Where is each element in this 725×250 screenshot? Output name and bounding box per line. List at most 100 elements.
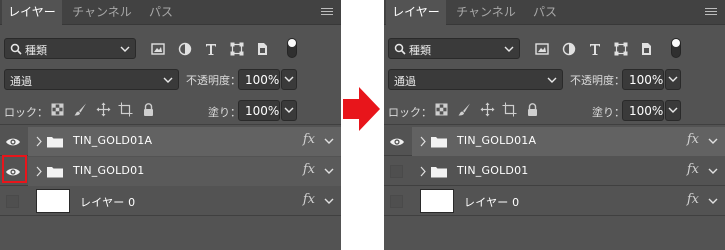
pixel-layer-filter-icon[interactable]	[150, 41, 166, 57]
blend-mode-dropdown[interactable]: 通過	[388, 69, 563, 90]
layer-name[interactable]: レイヤー 0	[80, 194, 135, 210]
tab-channels[interactable]: チャンネル	[66, 0, 138, 25]
visibility-toggle-empty[interactable]	[6, 195, 19, 208]
chevron-right-icon[interactable]	[420, 166, 426, 177]
fill-dropdown-button[interactable]	[281, 100, 297, 121]
layers-panel-before: レイヤー チャンネル パス 種類 通過 不透明度： 100% ロック： 塗り： …	[0, 0, 341, 250]
type-layer-filter-icon[interactable]	[587, 41, 603, 57]
fx-icon[interactable]: fx	[303, 192, 315, 207]
fx-icon[interactable]: fx	[687, 132, 699, 147]
layer-content[interactable]: レイヤー 0 fx	[28, 187, 341, 216]
layer-row[interactable]: TIN_GOLD01 fx	[0, 157, 341, 186]
layer-name[interactable]: TIN_GOLD01	[73, 164, 144, 177]
search-icon	[10, 43, 22, 55]
chevron-right-icon[interactable]	[420, 136, 426, 147]
fx-icon[interactable]: fx	[687, 192, 699, 207]
layer-row[interactable]: レイヤー 0 fx	[0, 187, 341, 216]
pixel-layer-filter-icon[interactable]	[534, 41, 550, 57]
panel-menu-icon[interactable]	[321, 8, 333, 17]
chevron-down-icon[interactable]	[323, 195, 335, 207]
filter-toggle[interactable]	[287, 38, 297, 58]
layer-thumbnail	[36, 189, 70, 213]
lock-all-icon[interactable]	[141, 102, 156, 117]
lock-transparent-pixels-icon[interactable]	[50, 102, 65, 117]
chevron-down-icon[interactable]	[707, 195, 719, 207]
filter-type-dropdown[interactable]: 種類	[4, 38, 136, 59]
folder-icon	[431, 137, 447, 148]
opacity-dropdown-button[interactable]	[665, 69, 681, 90]
lock-all-icon[interactable]	[525, 102, 540, 117]
type-layer-filter-icon[interactable]	[203, 41, 219, 57]
chevron-down-icon	[284, 107, 294, 113]
tab-paths[interactable]: パス	[143, 0, 179, 25]
filter-toggle[interactable]	[671, 38, 681, 58]
layer-content[interactable]: TIN_GOLD01 fx	[28, 157, 341, 186]
blend-mode-value: 通過	[10, 75, 32, 88]
opacity-dropdown-button[interactable]	[281, 69, 297, 90]
layer-name[interactable]: TIN_GOLD01A	[73, 134, 152, 147]
fill-input[interactable]: 100%	[622, 100, 664, 121]
tab-paths[interactable]: パス	[527, 0, 563, 25]
opacity-input[interactable]: 100%	[622, 69, 664, 90]
layer-content[interactable]: TIN_GOLD01A fx	[28, 127, 341, 156]
fx-icon[interactable]: fx	[687, 162, 699, 177]
shape-layer-filter-icon[interactable]	[613, 41, 629, 57]
layer-content[interactable]: レイヤー 0 fx	[412, 187, 725, 216]
chevron-down-icon[interactable]	[707, 135, 719, 147]
smart-object-filter-icon[interactable]	[254, 41, 270, 57]
tab-layers[interactable]: レイヤー	[2, 0, 62, 26]
lock-label: ロック：	[4, 106, 48, 119]
fx-icon[interactable]: fx	[303, 162, 315, 177]
fx-icon[interactable]: fx	[303, 132, 315, 147]
fill-label: 塗り：	[208, 106, 241, 119]
lock-position-icon[interactable]	[96, 102, 111, 117]
panel-menu-icon[interactable]	[705, 8, 717, 17]
blend-mode-dropdown[interactable]: 通過	[4, 69, 179, 90]
layer-row[interactable]: TIN_GOLD01A fx	[0, 127, 341, 156]
chevron-right-icon[interactable]	[36, 166, 42, 177]
shape-layer-filter-icon[interactable]	[229, 41, 245, 57]
visibility-toggle-empty[interactable]	[390, 195, 403, 208]
chevron-down-icon	[284, 76, 294, 82]
smart-object-filter-icon[interactable]	[638, 41, 654, 57]
chevron-down-icon	[163, 77, 173, 83]
visibility-eye-icon[interactable]	[388, 133, 406, 151]
tab-layers[interactable]: レイヤー	[386, 0, 446, 26]
fill-input[interactable]: 100%	[238, 100, 280, 121]
layer-row[interactable]: レイヤー 0 fx	[384, 187, 725, 216]
lock-image-pixels-icon[interactable]	[457, 102, 472, 117]
lock-image-pixels-icon[interactable]	[73, 102, 88, 117]
layer-content[interactable]: TIN_GOLD01 fx	[412, 157, 725, 186]
panel-tab-bar: レイヤー チャンネル パス	[384, 0, 725, 26]
layer-content[interactable]: TIN_GOLD01A fx	[412, 127, 725, 156]
opacity-label: 不透明度：	[570, 74, 625, 87]
visibility-toggle-empty[interactable]	[390, 165, 403, 178]
lock-artboard-icon[interactable]	[118, 102, 133, 117]
tab-channels[interactable]: チャンネル	[450, 0, 522, 25]
layer-name[interactable]: TIN_GOLD01	[457, 164, 528, 177]
adjustment-layer-filter-icon[interactable]	[177, 41, 193, 57]
fill-dropdown-button[interactable]	[665, 100, 681, 121]
opacity-input[interactable]: 100%	[238, 69, 280, 90]
layer-name[interactable]: レイヤー 0	[464, 194, 519, 210]
layer-name[interactable]: TIN_GOLD01A	[457, 134, 536, 147]
chevron-down-icon[interactable]	[707, 165, 719, 177]
layer-thumbnail	[420, 189, 454, 213]
folder-icon	[47, 167, 63, 178]
layer-row[interactable]: TIN_GOLD01 fx	[384, 157, 725, 186]
layer-row[interactable]: TIN_GOLD01A fx	[384, 127, 725, 156]
chevron-down-icon[interactable]	[323, 135, 335, 147]
adjustment-layer-filter-icon[interactable]	[561, 41, 577, 57]
chevron-down-icon	[547, 77, 557, 83]
opacity-label: 不透明度：	[186, 74, 241, 87]
lock-artboard-icon[interactable]	[502, 102, 517, 117]
visibility-eye-icon[interactable]	[4, 133, 22, 151]
filter-type-dropdown[interactable]: 種類	[388, 38, 520, 59]
lock-transparent-pixels-icon[interactable]	[434, 102, 449, 117]
panel-tab-bar: レイヤー チャンネル パス	[0, 0, 341, 26]
chevron-right-icon[interactable]	[36, 136, 42, 147]
chevron-down-icon[interactable]	[323, 165, 335, 177]
divider	[0, 124, 341, 125]
lock-position-icon[interactable]	[480, 102, 495, 117]
chevron-down-icon	[120, 46, 130, 52]
